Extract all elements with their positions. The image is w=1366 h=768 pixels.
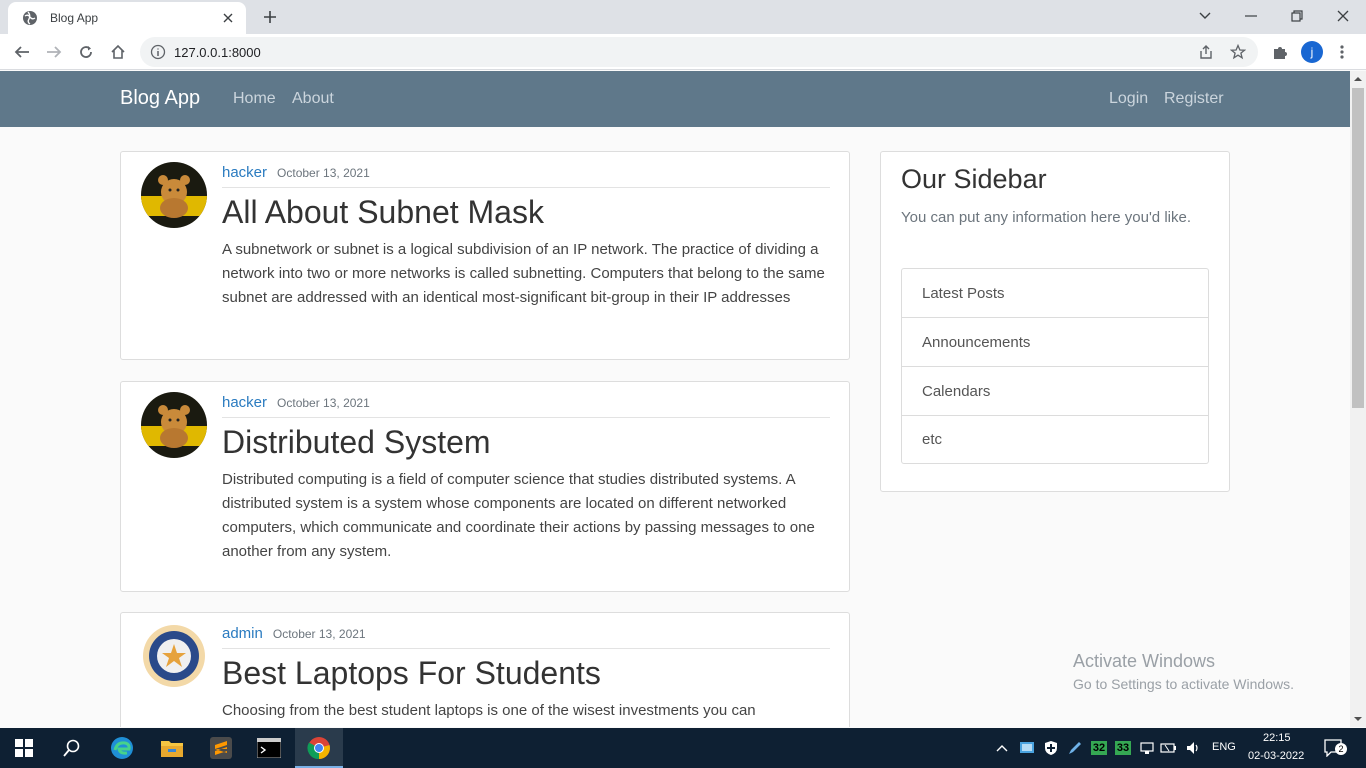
terminal-icon[interactable]	[255, 734, 283, 762]
post-content: Choosing from the best student laptops i…	[222, 702, 756, 719]
nav-login-link[interactable]: Login	[1109, 90, 1148, 108]
bookmark-star-icon[interactable]	[1229, 43, 1247, 60]
post-content: A subnetwork or subnet is a logical subd…	[222, 241, 825, 306]
windows-taskbar: 32 33 ENG 22:15 02-03-2022 2	[0, 728, 1366, 768]
address-bar[interactable]: 127.0.0.1:8000	[140, 37, 1258, 67]
browser-tab-strip: Blog App	[0, 0, 1366, 34]
page-viewport: Blog App Home About Login Register hacke…	[0, 71, 1350, 727]
browser-menu-icon[interactable]	[1330, 40, 1354, 64]
tray-battery-icon[interactable]	[1158, 734, 1180, 762]
edge-browser-icon[interactable]	[108, 734, 136, 762]
new-tab-button[interactable]	[258, 6, 282, 28]
watermark-subtitle: Go to Settings to activate Windows.	[1073, 676, 1294, 692]
teddy-bear-avatar-icon	[141, 392, 207, 458]
share-icon[interactable]	[1198, 44, 1214, 60]
tray-network-icon[interactable]	[1136, 734, 1158, 762]
chrome-browser-icon[interactable]	[305, 734, 333, 762]
watermark-title: Activate Windows	[1073, 651, 1216, 671]
site-navbar: Blog App Home About Login Register	[0, 71, 1350, 127]
close-window-button[interactable]	[1320, 0, 1366, 32]
post-title-link[interactable]: All About Subnet Mask	[222, 194, 544, 231]
tab-title: Blog App	[50, 11, 99, 25]
profile-avatar[interactable]: j	[1301, 41, 1323, 63]
search-icon[interactable]	[58, 734, 86, 762]
post-date: October 13, 2021	[277, 166, 370, 180]
tray-date[interactable]: 02-03-2022	[1248, 750, 1304, 762]
page-scrollbar[interactable]	[1350, 71, 1366, 727]
sidebar-card: Our Sidebar You can put any information …	[880, 151, 1230, 492]
sidebar-list: Latest Posts Announcements Calendars etc	[901, 268, 1209, 464]
post-meta: hacker October 13, 2021	[222, 394, 830, 418]
post-card: admin October 13, 2021 Best Laptops For S…	[120, 612, 850, 727]
scroll-up-arrow-icon[interactable]	[1354, 75, 1362, 83]
close-tab-icon[interactable]	[220, 10, 236, 26]
sidebar-item-calendars[interactable]: Calendars	[902, 367, 1208, 416]
url-text: 127.0.0.1:8000	[174, 45, 261, 60]
post-meta: hacker October 13, 2021	[222, 164, 830, 188]
post-title-link[interactable]: Distributed System	[222, 424, 491, 461]
post-meta: admin October 13, 2021	[222, 625, 830, 649]
site-info-icon[interactable]	[150, 44, 166, 60]
minimize-button[interactable]	[1228, 0, 1274, 32]
post-author-link[interactable]: hacker	[222, 164, 267, 181]
forward-arrow-icon[interactable]	[42, 40, 66, 64]
post-date: October 13, 2021	[277, 396, 370, 410]
post-author-link[interactable]: hacker	[222, 394, 267, 411]
tray-monitor-icon[interactable]	[1016, 734, 1038, 762]
author-avatar	[141, 623, 207, 689]
tray-badge-32-label: 32	[1090, 741, 1108, 755]
notification-center-icon[interactable]: 2	[1320, 734, 1348, 762]
tray-volume-icon[interactable]	[1182, 734, 1204, 762]
sublime-text-icon[interactable]	[207, 734, 235, 762]
tray-pen-icon[interactable]	[1064, 734, 1086, 762]
post-card: hacker October 13, 2021 All About Subnet …	[120, 151, 850, 360]
nav-home-link[interactable]: Home	[233, 90, 276, 108]
sidebar-item-announcements[interactable]: Announcements	[902, 318, 1208, 367]
tray-time[interactable]: 22:15	[1263, 732, 1291, 744]
post-author-link[interactable]: admin	[222, 625, 263, 642]
tab-search-icon[interactable]	[1182, 0, 1228, 32]
post-content: Distributed computing is a field of comp…	[222, 471, 815, 560]
windows-start-icon[interactable]	[10, 734, 38, 762]
notification-count-badge: 2	[1335, 743, 1347, 755]
scrollbar-thumb[interactable]	[1352, 88, 1364, 408]
show-hidden-icons-chevron-icon[interactable]	[988, 734, 1016, 762]
tray-badge-33-label: 33	[1114, 741, 1132, 755]
nav-register-link[interactable]: Register	[1164, 90, 1224, 108]
nav-about-link[interactable]: About	[292, 90, 334, 108]
sidebar-item-etc[interactable]: etc	[902, 416, 1208, 463]
extensions-puzzle-icon[interactable]	[1268, 40, 1292, 64]
browser-toolbar: 127.0.0.1:8000 j	[0, 34, 1366, 70]
activate-windows-watermark: Activate Windows Go to Settings to activ…	[1073, 651, 1294, 692]
post-card: hacker October 13, 2021 Distributed Syste…	[120, 381, 850, 592]
teddy-bear-avatar-icon	[141, 162, 207, 228]
sidebar-item-latest-posts[interactable]: Latest Posts	[902, 269, 1208, 318]
home-icon[interactable]	[106, 40, 130, 64]
emblem-avatar-icon	[141, 623, 207, 689]
globe-icon	[22, 10, 38, 26]
tray-badge-33[interactable]: 33	[1112, 734, 1134, 762]
author-avatar	[141, 162, 207, 228]
browser-tab[interactable]: Blog App	[8, 2, 246, 34]
reload-icon[interactable]	[74, 40, 98, 64]
back-arrow-icon[interactable]	[10, 40, 34, 64]
tray-language[interactable]: ENG	[1212, 741, 1236, 753]
post-date: October 13, 2021	[272, 627, 366, 641]
post-title-link[interactable]: Best Laptops For Students	[222, 655, 601, 692]
restore-button[interactable]	[1274, 0, 1320, 32]
tray-shield-icon[interactable]	[1040, 734, 1062, 762]
author-avatar	[141, 392, 207, 458]
site-brand-link[interactable]: Blog App	[120, 87, 200, 110]
file-explorer-icon[interactable]	[158, 734, 186, 762]
scroll-down-arrow-icon[interactable]	[1354, 715, 1362, 723]
sidebar-title: Our Sidebar	[901, 164, 1047, 194]
sidebar-description: You can put any information here you'd l…	[901, 209, 1191, 226]
tray-badge-32[interactable]: 32	[1088, 734, 1110, 762]
